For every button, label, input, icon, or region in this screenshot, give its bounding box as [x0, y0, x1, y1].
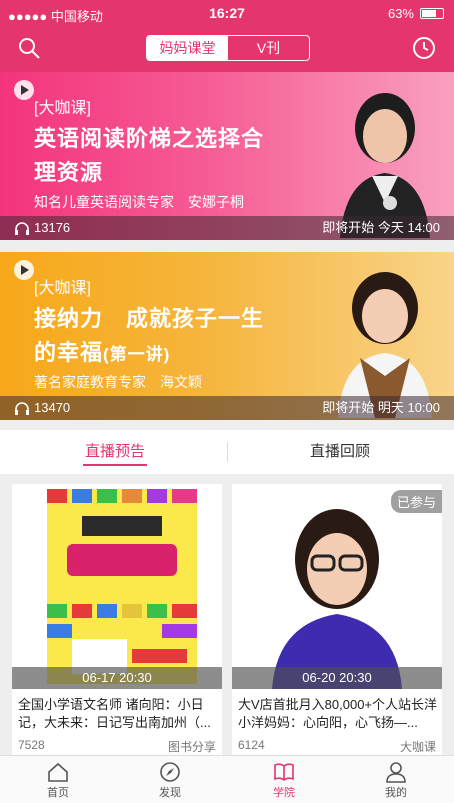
listen-count: 13176	[14, 216, 70, 240]
book-cover-thumbnail	[12, 484, 222, 689]
segmented-control: 妈妈课堂 V刊	[146, 35, 310, 61]
play-icon	[14, 80, 34, 100]
card-meta: 7528 图书分享	[18, 738, 216, 754]
play-icon	[14, 260, 34, 280]
banner-expert: 知名儿童英语阅读专家 安娜子桐	[34, 194, 244, 210]
clock-time: 16:27	[209, 5, 245, 21]
card-meta: 6124 大咖课	[238, 738, 436, 754]
tab-v-magazine[interactable]: V刊	[228, 36, 309, 60]
course-banner-2[interactable]: [大咖课] 接纳力 成就孩子一生的幸福(第一讲) 著名家庭教育专家 海文颖 13…	[0, 252, 454, 420]
tab-mama-classroom[interactable]: 妈妈课堂	[147, 36, 228, 60]
user-icon	[386, 762, 406, 783]
tab-home[interactable]: 首页	[18, 756, 98, 803]
listen-count: 13470	[14, 396, 70, 420]
live-card[interactable]: 已参与 06-20 20:30 大V店首批月入80,000+个人站长洋小洋妈妈：…	[232, 484, 442, 756]
banner-title: 英语阅读阶梯之选择合理资源	[34, 126, 265, 185]
tab-label: 我的	[385, 787, 407, 799]
bottom-tab-bar: 首页 发现 学院 我的	[0, 755, 454, 803]
live-date: 06-17 20:30	[12, 667, 222, 689]
live-description: 大V店首批月入80,000+个人站长洋小洋妈妈：心向阳，心飞扬—...	[238, 697, 438, 730]
banner-title: 接纳力 成就孩子一生的幸福(第一讲)	[34, 302, 284, 372]
tab-label: 首页	[47, 787, 69, 799]
battery-icon	[420, 8, 444, 19]
listen-count-value: 7528	[18, 738, 45, 752]
speaker-portrait	[338, 272, 432, 418]
status-right: 63%	[388, 6, 444, 21]
schedule: 即将开始 今天 14:00	[322, 220, 440, 235]
tab-live-preview[interactable]: 直播预告	[55, 430, 175, 474]
banner-tag: [大咖课]	[34, 100, 91, 117]
live-description: 全国小学语文名师 诸向阳：小日记，大未来：日记写出南加州（...	[18, 697, 211, 730]
tab-discover[interactable]: 发现	[130, 756, 210, 803]
category-label: 图书分享	[167, 740, 216, 754]
book-icon	[274, 763, 294, 781]
tab-live-replay[interactable]: 直播回顾	[280, 430, 400, 474]
joined-badge: 已参与	[390, 490, 442, 513]
nav-bar: 妈妈课堂 V刊	[0, 26, 454, 72]
tab-label: 学院	[273, 787, 295, 799]
history-clock-icon[interactable]	[412, 36, 436, 60]
headphones-icon	[15, 222, 29, 235]
schedule: 即将开始 明天 10:00	[322, 400, 440, 415]
banner-footer: 13470 即将开始 明天 10:00	[0, 396, 454, 420]
headphones-icon	[15, 402, 29, 415]
tab-divider	[227, 442, 228, 462]
banner-footer: 13176 即将开始 今天 14:00	[0, 216, 454, 240]
home-icon	[48, 762, 68, 782]
banner-expert: 著名家庭教育专家 海文颖	[34, 374, 202, 390]
status-bar: ●●●●● 中国移动 16:27 63%	[0, 0, 454, 26]
speaker-photo	[232, 484, 442, 689]
banner-tag: [大咖课]	[34, 280, 91, 297]
listen-count-value: 6124	[238, 738, 265, 752]
course-banner-1[interactable]: [大咖课] 英语阅读阶梯之选择合理资源 知名儿童英语阅读专家 安娜子桐 1317…	[0, 72, 454, 240]
tab-label: 发现	[159, 787, 181, 799]
app-header: ●●●●● 中国移动 16:27 63% 妈妈课堂 V刊	[0, 0, 454, 72]
listen-count-value: 13176	[34, 220, 71, 235]
banner-title-suffix: (第一讲)	[103, 345, 171, 364]
speaker-portrait	[340, 93, 430, 238]
live-date: 06-20 20:30	[232, 667, 442, 689]
search-icon[interactable]	[17, 36, 41, 60]
compass-icon	[160, 762, 180, 782]
tab-profile[interactable]: 我的	[356, 756, 436, 803]
listen-count-value: 13470	[34, 400, 71, 415]
category-label: 大咖课	[399, 740, 436, 754]
live-card[interactable]: 06-17 20:30 全国小学语文名师 诸向阳：小日记，大未来：日记写出南加州…	[12, 484, 222, 756]
battery-percent: 63%	[387, 6, 414, 21]
tab-academy[interactable]: 学院	[244, 756, 324, 803]
live-tabs: 直播预告 直播回顾	[0, 430, 454, 474]
